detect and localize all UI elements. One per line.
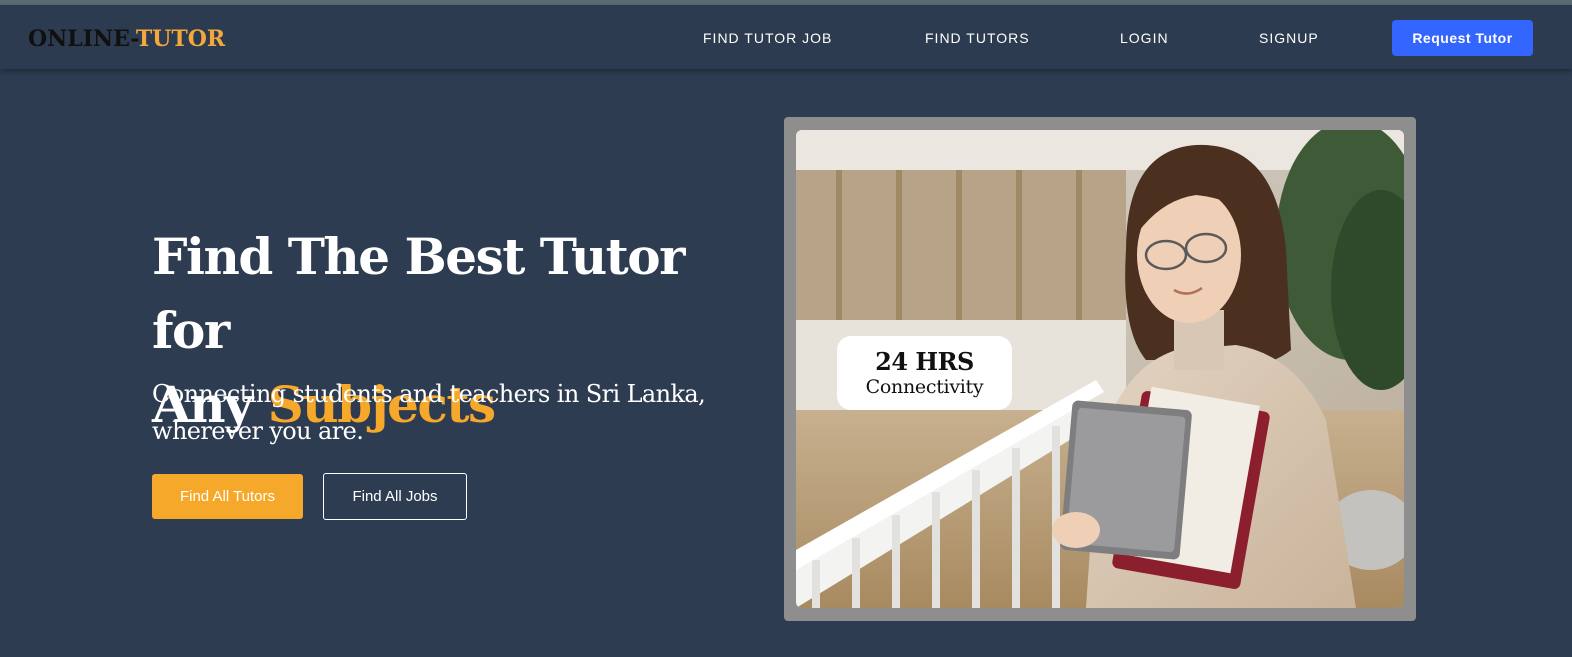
- hero-title-line1: Find The Best Tutor for: [152, 227, 685, 360]
- request-tutor-button[interactable]: Request Tutor: [1392, 20, 1533, 56]
- badge-label: Connectivity: [865, 376, 984, 398]
- navbar: ONLINE-TUTOR FIND TUTOR JOB FIND TUTORS …: [0, 5, 1572, 69]
- logo-text-tutor: TUTOR: [135, 26, 226, 52]
- connectivity-badge: 24 HRS Connectivity: [837, 336, 1012, 410]
- logo-text-online: ONLINE-: [28, 26, 136, 52]
- hero-image-frame: 24 HRS Connectivity: [784, 117, 1416, 621]
- tutor-photo: 24 HRS Connectivity: [796, 130, 1404, 608]
- nav-signup[interactable]: SIGNUP: [1259, 30, 1319, 46]
- nav-login[interactable]: LOGIN: [1120, 30, 1169, 46]
- nav-find-tutor-job[interactable]: FIND TUTOR JOB: [703, 30, 832, 46]
- hero-subtitle: Connecting students and teachers in Sri …: [152, 380, 706, 445]
- find-all-tutors-button[interactable]: Find All Tutors: [152, 474, 303, 519]
- badge-hours: 24 HRS: [875, 347, 974, 376]
- site-logo[interactable]: ONLINE-TUTOR: [28, 26, 225, 52]
- nav-find-tutors[interactable]: FIND TUTORS: [925, 30, 1030, 46]
- find-all-jobs-button[interactable]: Find All Jobs: [323, 473, 467, 520]
